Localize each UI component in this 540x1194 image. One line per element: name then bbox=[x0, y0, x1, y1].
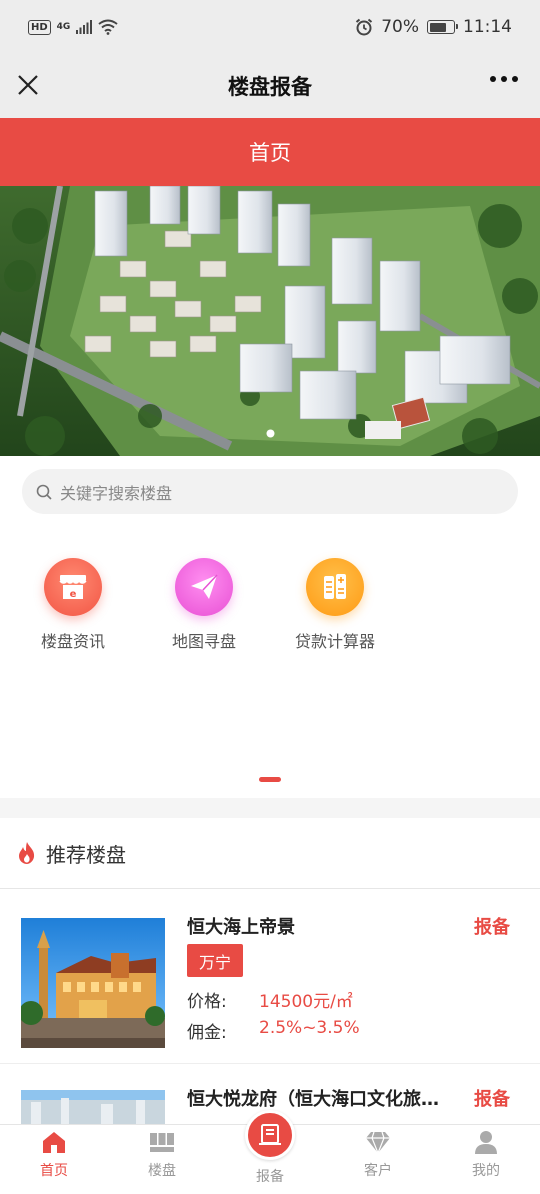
hd-badge: HD bbox=[28, 19, 51, 35]
status-time: 11:14 bbox=[463, 17, 512, 37]
wifi-icon bbox=[98, 19, 118, 35]
battery-icon bbox=[427, 20, 458, 34]
svg-text:e: e bbox=[70, 589, 77, 600]
menu-page-indicator bbox=[259, 777, 281, 782]
tab-label: 楼盘 bbox=[148, 1163, 176, 1179]
report-fab-button[interactable] bbox=[245, 1110, 295, 1160]
quick-menu-loan-calculator[interactable]: 贷款计算器 bbox=[270, 558, 400, 652]
section-title: 推荐楼盘 bbox=[46, 842, 126, 867]
listing-image bbox=[21, 918, 165, 1048]
location-tag: 万宁 bbox=[187, 944, 244, 977]
tab-label: 客户 bbox=[364, 1163, 392, 1179]
commission-label: 佣金: bbox=[187, 1023, 227, 1043]
tab-buildings[interactable]: 楼盘 bbox=[108, 1130, 216, 1180]
buildings-icon bbox=[150, 1133, 174, 1152]
divider bbox=[0, 1063, 540, 1064]
close-icon[interactable] bbox=[14, 71, 42, 99]
battery-level bbox=[429, 22, 446, 32]
tab-label: 首页 bbox=[40, 1163, 68, 1179]
user-icon bbox=[475, 1131, 497, 1154]
nav-title: 楼盘报备 bbox=[228, 75, 312, 99]
price-label: 价格: bbox=[187, 992, 227, 1012]
tab-label[interactable]: 报备 bbox=[216, 1166, 324, 1186]
tab-profile[interactable]: 我的 bbox=[432, 1130, 540, 1180]
signal-icon bbox=[76, 20, 93, 34]
page-title: 首页 bbox=[0, 118, 540, 186]
battery-percent: 70% bbox=[381, 17, 419, 37]
quick-menu-news[interactable]: e 楼盘资讯 bbox=[8, 558, 138, 652]
diamond-icon bbox=[366, 1131, 390, 1154]
report-button[interactable]: 报备 bbox=[474, 1085, 510, 1111]
search-placeholder: 关键字搜索楼盘 bbox=[60, 483, 173, 503]
tab-home[interactable]: 首页 bbox=[0, 1130, 108, 1180]
banner-carousel[interactable] bbox=[0, 186, 540, 456]
quick-menu-map[interactable]: 地图寻盘 bbox=[139, 558, 269, 652]
listing-name: 恒大悦龙府（恒大海口文化旅游城） bbox=[187, 1089, 442, 1110]
nav-bar: 楼盘报备 bbox=[0, 54, 540, 118]
alarm-icon bbox=[356, 18, 373, 36]
quick-menu-label: 地图寻盘 bbox=[171, 632, 236, 651]
listing-image bbox=[21, 1090, 165, 1124]
search-input[interactable]: 关键字搜索楼盘 bbox=[22, 469, 518, 514]
commission-value: 2.5%~3.5% bbox=[259, 1018, 360, 1038]
report-button[interactable]: 报备 bbox=[474, 913, 510, 939]
calculator-icon bbox=[306, 558, 364, 616]
carousel-indicator[interactable] bbox=[266, 429, 275, 438]
banner-image bbox=[0, 186, 540, 456]
tab-customers[interactable]: 客户 bbox=[324, 1130, 432, 1180]
report-icon bbox=[259, 1124, 281, 1145]
search-icon bbox=[36, 484, 52, 500]
listing-name: 恒大海上帝景 bbox=[187, 917, 295, 938]
network-type: 4G bbox=[56, 21, 71, 32]
price-row: 价格: 14500元/㎡ bbox=[187, 987, 353, 1012]
quick-menu-label: 贷款计算器 bbox=[294, 632, 375, 651]
recommend-header: 推荐楼盘 bbox=[0, 818, 540, 889]
shop-icon: e bbox=[44, 558, 102, 616]
home-icon bbox=[43, 1132, 65, 1153]
commission-row: 佣金: 2.5%~3.5% bbox=[187, 1018, 360, 1043]
more-icon[interactable] bbox=[490, 76, 518, 82]
flame-icon bbox=[19, 842, 35, 864]
status-bar: HD 4G 70% 11:14 bbox=[0, 0, 540, 54]
tab-label: 我的 bbox=[472, 1163, 500, 1179]
price-value: 14500元/㎡ bbox=[259, 992, 353, 1012]
quick-menu-label: 楼盘资讯 bbox=[40, 632, 105, 651]
paper-plane-icon bbox=[175, 558, 233, 616]
